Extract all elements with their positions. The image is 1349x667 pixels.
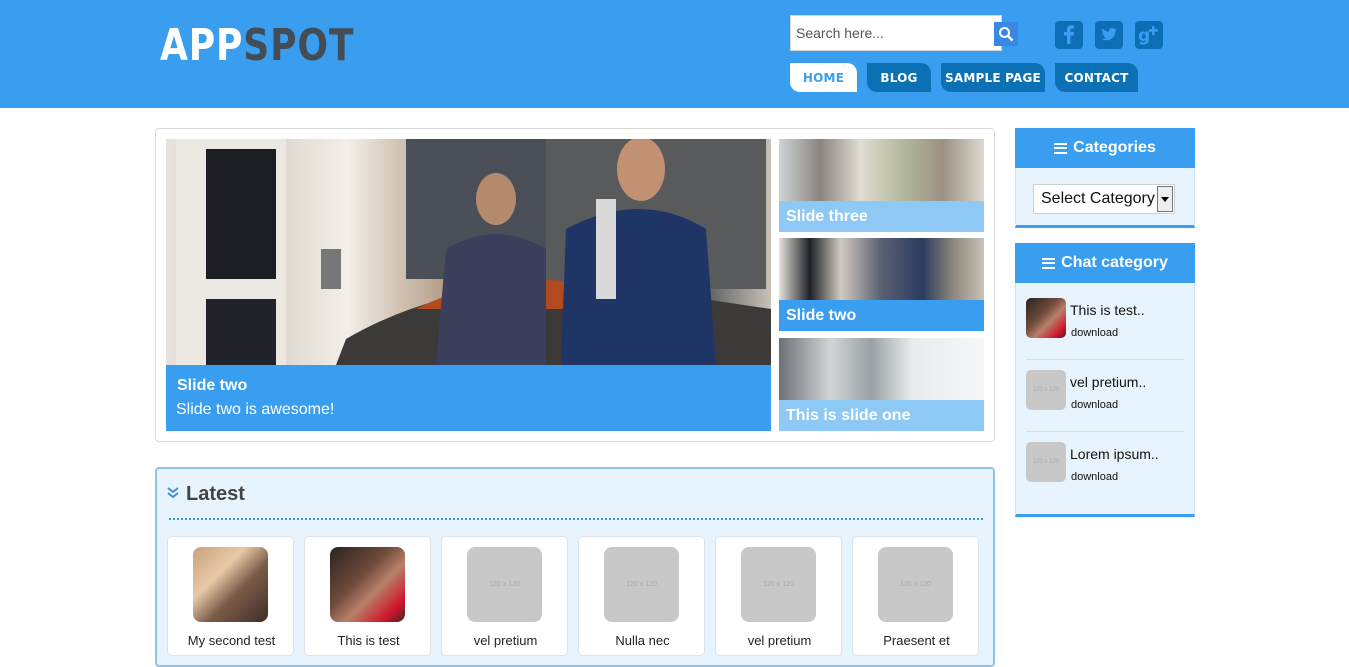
latest-title: Latest (186, 483, 245, 505)
latest-card[interactable]: 120 x 120 Praesent et (852, 536, 979, 656)
divider (1026, 359, 1184, 360)
latest-card[interactable]: My second test (167, 536, 294, 656)
logo-text-app: APP (160, 20, 244, 71)
thumb-caption: Slide two (779, 300, 984, 331)
search-input[interactable] (790, 15, 1002, 51)
latest-card[interactable]: This is test (304, 536, 431, 656)
nav-blog[interactable]: BLOG (867, 63, 931, 92)
menu-icon (1054, 142, 1068, 154)
main-slide-description: Slide two is awesome! (176, 401, 335, 418)
download-link[interactable]: download (1071, 471, 1118, 483)
category-select-value: Select Category (1041, 190, 1155, 207)
download-link[interactable]: download (1071, 327, 1118, 339)
latest-card[interactable]: 120 x 120 vel pretium (441, 536, 568, 656)
latest-card[interactable]: 120 x 120 vel pretium (715, 536, 842, 656)
slide-thumb-two[interactable]: Slide two (779, 238, 984, 331)
double-chevron-down-icon (167, 487, 179, 499)
chat-item[interactable]: This is test.. download (1026, 298, 1186, 358)
card-thumbnail: 120 x 120 (604, 547, 679, 622)
divider (1026, 431, 1184, 432)
chat-item-title: vel pretium.. (1070, 374, 1147, 390)
slide-thumb-one[interactable]: This is slide one (779, 338, 984, 431)
categories-widget-header: Categories (1015, 128, 1195, 168)
thumb-image (779, 338, 984, 400)
thumb-image (779, 139, 984, 201)
categories-title: Categories (1073, 139, 1156, 156)
menu-icon (1042, 257, 1056, 269)
download-link[interactable]: download (1071, 399, 1118, 411)
facebook-icon[interactable] (1055, 21, 1083, 49)
nav-home[interactable]: HOME (790, 63, 857, 92)
main-slide[interactable]: Slide two Slide two is awesome! (166, 139, 771, 431)
chat-item[interactable]: 120 x 120 Lorem ipsum.. download (1026, 442, 1186, 502)
search-form (790, 15, 1018, 51)
main-slide-title: Slide two (177, 377, 248, 394)
chat-category-widget-header: Chat category (1015, 243, 1195, 283)
search-icon (999, 27, 1014, 42)
card-thumbnail (193, 547, 268, 622)
card-thumbnail (330, 547, 405, 622)
nav-sample-page[interactable]: SAMPLE PAGE (941, 63, 1045, 92)
twitter-icon[interactable] (1095, 21, 1123, 49)
google-plus-icon[interactable]: g (1135, 21, 1163, 49)
logo-text-spot: SPOT (243, 20, 355, 71)
thumb-caption: Slide three (779, 201, 984, 232)
site-logo[interactable]: APPSPOT (160, 22, 354, 70)
latest-card[interactable]: 120 x 120 Nulla nec (578, 536, 705, 656)
card-thumbnail: 120 x 120 (878, 547, 953, 622)
category-select[interactable]: Select Category (1033, 184, 1175, 214)
chat-item-thumbnail: 120 x 120 (1026, 370, 1066, 410)
svg-text:g: g (1138, 26, 1150, 46)
slide-image (166, 139, 771, 365)
chat-item[interactable]: 120 x 120 vel pretium.. download (1026, 370, 1186, 430)
search-button[interactable] (994, 22, 1018, 46)
chat-item-title: This is test.. (1070, 302, 1145, 318)
chevron-down-icon (1157, 186, 1173, 212)
divider (169, 518, 983, 520)
thumb-caption: This is slide one (779, 400, 984, 431)
chat-item-thumbnail (1026, 298, 1066, 338)
slide-thumb-three[interactable]: Slide three (779, 139, 984, 232)
chat-item-title: Lorem ipsum.. (1070, 446, 1159, 462)
chat-item-thumbnail: 120 x 120 (1026, 442, 1066, 482)
chat-category-title: Chat category (1061, 254, 1168, 271)
thumb-image (779, 238, 984, 300)
nav-contact[interactable]: CONTACT (1055, 63, 1138, 92)
card-thumbnail: 120 x 120 (741, 547, 816, 622)
card-thumbnail: 120 x 120 (467, 547, 542, 622)
main-slide-caption: Slide two Slide two is awesome! (166, 365, 771, 431)
